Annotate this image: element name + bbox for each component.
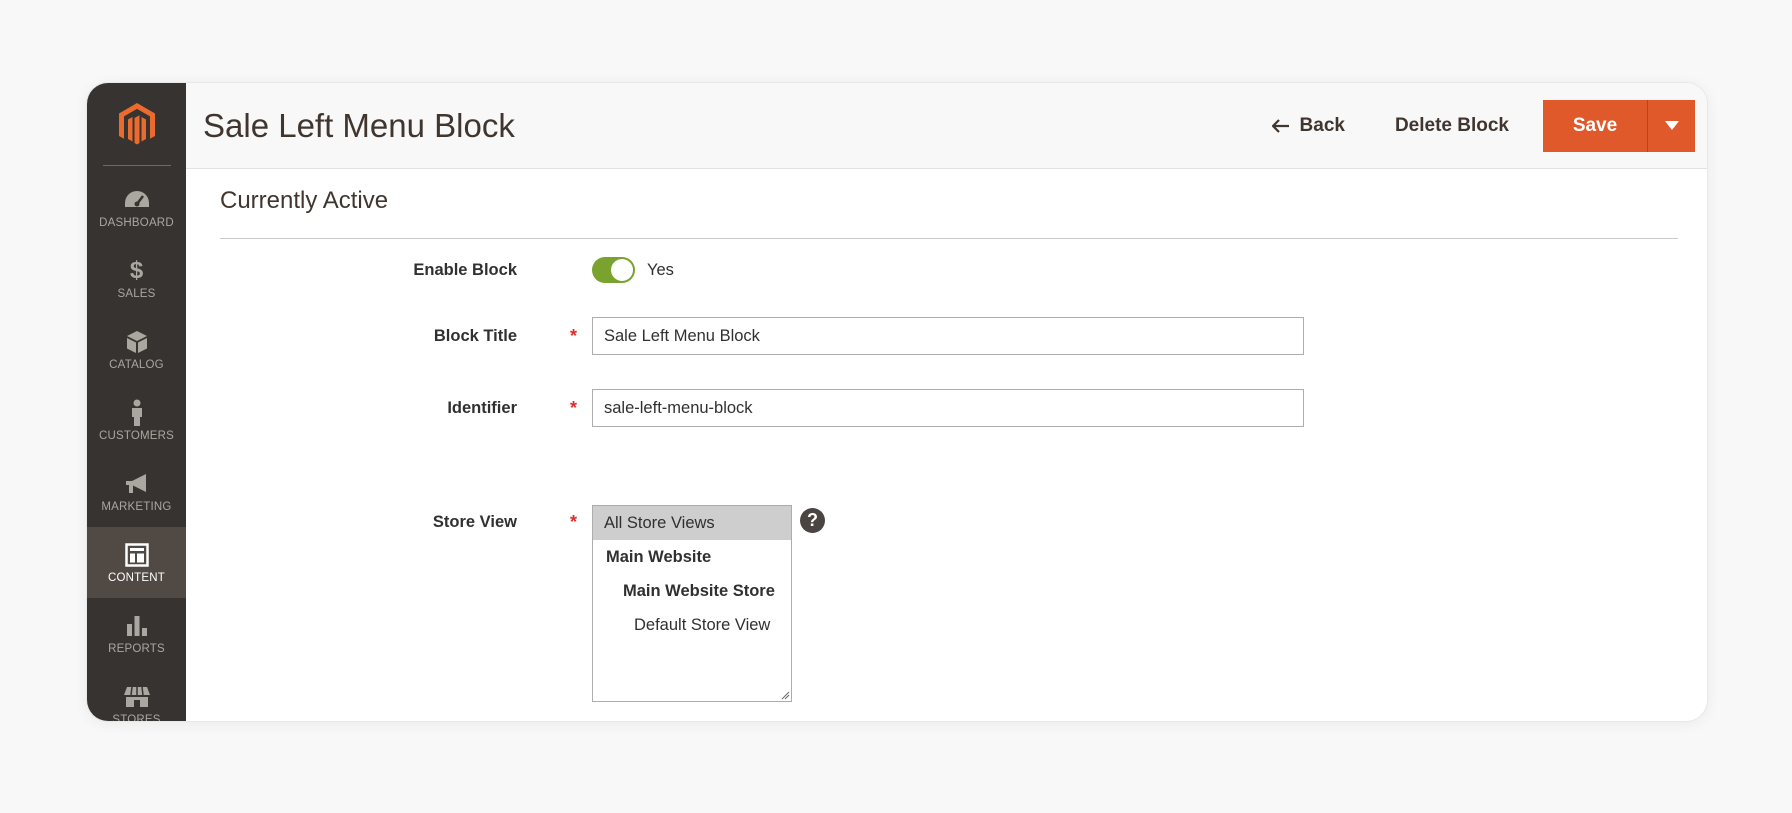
- sidebar-item-sales[interactable]: $ SALES: [87, 243, 186, 314]
- sidebar-item-label: CATALOG: [109, 358, 164, 371]
- page-header: Sale Left Menu Block Back Delete Block S…: [186, 83, 1707, 169]
- sidebar-item-stores[interactable]: STORES: [87, 669, 186, 722]
- admin-window: DASHBOARD $ SALES CATALOG CUSTOMERS MARK…: [86, 82, 1708, 722]
- dollar-icon: $: [129, 256, 144, 284]
- sidebar-item-label: STORES: [112, 713, 161, 722]
- sidebar: DASHBOARD $ SALES CATALOG CUSTOMERS MARK…: [87, 83, 186, 721]
- sidebar-item-label: CONTENT: [108, 571, 165, 584]
- layout-icon: [124, 542, 149, 568]
- section-title: Currently Active: [220, 187, 389, 214]
- store-view-multiselect[interactable]: All Store Views Main Website Main Websit…: [592, 505, 792, 702]
- store-view-label: Store View: [432, 512, 517, 531]
- delete-block-button[interactable]: Delete Block: [1395, 115, 1509, 137]
- bar-chart-icon: [125, 613, 149, 639]
- sidebar-item-label: MARKETING: [101, 500, 172, 513]
- sidebar-item-label: DASHBOARD: [99, 216, 174, 229]
- store-view-option-default[interactable]: Default Store View: [593, 608, 791, 642]
- storefront-icon: [123, 684, 151, 710]
- back-button[interactable]: Back: [1271, 114, 1345, 137]
- sidebar-item-label: REPORTS: [108, 642, 165, 655]
- magento-logo-icon: [118, 103, 155, 145]
- save-options-toggle[interactable]: [1648, 99, 1695, 152]
- block-title-row: Block Title * Sale Left Menu Block: [186, 317, 1707, 355]
- store-view-option-store[interactable]: Main Website Store: [593, 574, 791, 608]
- sidebar-item-customers[interactable]: CUSTOMERS: [87, 385, 186, 456]
- enable-block-label: Enable Block: [413, 260, 517, 279]
- store-view-option-all[interactable]: All Store Views: [593, 506, 791, 540]
- block-title-input[interactable]: Sale Left Menu Block: [592, 317, 1304, 355]
- required-marker: *: [570, 397, 578, 418]
- required-marker: *: [570, 511, 578, 532]
- dashboard-icon: [124, 187, 150, 213]
- enable-block-toggle[interactable]: [592, 257, 635, 283]
- store-view-row: Store View *: [186, 505, 1707, 539]
- caret-down-icon: [1664, 121, 1679, 130]
- enable-block-value: Yes: [647, 260, 674, 279]
- store-view-option-website[interactable]: Main Website: [593, 540, 791, 574]
- arrow-left-icon: [1271, 118, 1289, 133]
- sidebar-item-label: SALES: [117, 287, 156, 300]
- help-icon[interactable]: ?: [800, 508, 825, 533]
- box-icon: [126, 329, 148, 355]
- toggle-knob: [611, 259, 633, 281]
- enable-block-row: Enable Block Yes: [186, 255, 1707, 285]
- identifier-label: Identifier: [447, 398, 517, 417]
- save-split-button: Save: [1543, 99, 1695, 152]
- required-marker: *: [570, 325, 578, 346]
- sidebar-item-marketing[interactable]: MARKETING: [87, 456, 186, 527]
- save-button[interactable]: Save: [1543, 99, 1648, 152]
- back-button-label: Back: [1299, 114, 1345, 136]
- identifier-row: Identifier * sale-left-menu-block: [186, 389, 1707, 427]
- block-title-label: Block Title: [433, 326, 517, 345]
- page-title: Sale Left Menu Block: [203, 106, 515, 144]
- section-divider: [220, 238, 1678, 239]
- megaphone-icon: [124, 471, 150, 497]
- main-content: Sale Left Menu Block Back Delete Block S…: [186, 83, 1707, 721]
- sidebar-item-reports[interactable]: REPORTS: [87, 598, 186, 669]
- resize-grip-icon[interactable]: [780, 690, 790, 700]
- sidebar-divider: [102, 165, 171, 166]
- sidebar-item-dashboard[interactable]: DASHBOARD: [87, 172, 186, 243]
- sidebar-item-catalog[interactable]: CATALOG: [87, 314, 186, 385]
- magento-logo[interactable]: [87, 83, 186, 165]
- sidebar-item-content[interactable]: CONTENT: [87, 527, 186, 598]
- identifier-input[interactable]: sale-left-menu-block: [592, 389, 1304, 427]
- person-icon: [129, 399, 145, 426]
- sidebar-item-label: CUSTOMERS: [98, 429, 175, 442]
